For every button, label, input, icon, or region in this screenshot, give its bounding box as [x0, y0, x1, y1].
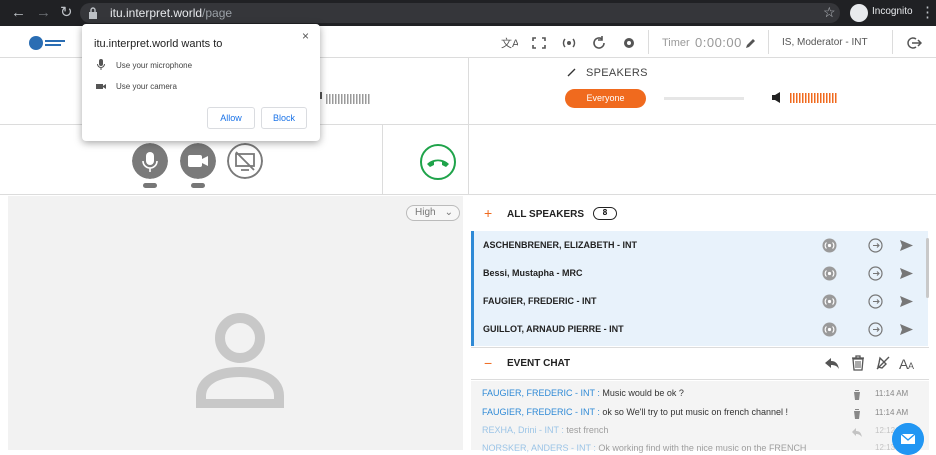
microphone-toggle[interactable] [143, 183, 157, 188]
microphone-permission: Use your microphone [116, 61, 193, 70]
trash-icon[interactable] [850, 355, 866, 371]
divider [0, 194, 936, 195]
trash-icon[interactable] [852, 408, 862, 419]
gear-icon[interactable] [620, 35, 638, 51]
expand-plus-icon[interactable]: + [484, 205, 492, 221]
speaker-icon[interactable] [771, 91, 784, 104]
block-button[interactable]: Block [261, 107, 307, 129]
chat-message: REXHA, Drini - INT : test french [482, 425, 609, 435]
camera-permission: Use your camera [116, 82, 177, 91]
list-item[interactable]: ASCHENBRENER, ELIZABETH - INT [483, 240, 637, 260]
reply-icon[interactable] [852, 426, 862, 437]
reply-icon[interactable] [824, 355, 840, 371]
headset-icon [567, 68, 576, 77]
trash-icon[interactable] [852, 389, 862, 400]
incognito-icon [850, 4, 868, 22]
broadcast-icon[interactable] [822, 238, 837, 253]
list-item[interactable]: GUILLOT, ARNAUD PIERRE - INT [483, 324, 624, 344]
browser-menu-icon[interactable]: ⋮ [920, 3, 935, 21]
list-item[interactable]: FAUGIER, FREDERIC - INT [483, 296, 597, 316]
translate-icon[interactable]: 文A [500, 35, 518, 51]
current-user-label: IS, Moderator - INT [782, 37, 868, 48]
broadcast-icon[interactable] [560, 35, 578, 51]
camera-icon[interactable] [180, 143, 216, 179]
send-icon[interactable] [899, 266, 914, 281]
bookmark-star-icon[interactable]: ☆ [823, 4, 836, 21]
output-level-meter [790, 93, 837, 103]
camera-icon [96, 84, 106, 89]
chat-message: FAUGIER, FREDERIC - INT : ok so We'll tr… [482, 407, 788, 417]
remove-speaker-icon[interactable] [868, 322, 883, 337]
svg-text:文A: 文A [501, 36, 518, 50]
back-arrow-icon[interactable]: ← [11, 3, 26, 23]
allow-button[interactable]: Allow [207, 107, 255, 129]
user-placeholder-icon [196, 313, 284, 408]
event-chat-title: EVENT CHAT [507, 358, 571, 369]
speaker-count-badge: 8 [593, 207, 617, 220]
speakers-title: SPEAKERS [586, 67, 648, 79]
reload-icon[interactable]: ↻ [60, 3, 73, 23]
edit-icon[interactable] [742, 35, 760, 51]
mic-level-meter [320, 92, 370, 104]
microphone-icon [97, 59, 105, 70]
microphone-icon[interactable] [132, 143, 168, 179]
remove-speaker-icon[interactable] [868, 238, 883, 253]
list-item[interactable]: Bessi, Mustapha - MRC [483, 268, 583, 288]
remove-speaker-icon[interactable] [868, 294, 883, 309]
close-icon[interactable]: × [302, 29, 309, 43]
broadcast-icon[interactable] [822, 294, 837, 309]
forward-arrow-icon[interactable]: → [36, 3, 51, 23]
divider [382, 124, 383, 194]
volume-slider[interactable] [664, 97, 744, 100]
everyone-button[interactable]: Everyone [565, 89, 646, 108]
broadcast-icon[interactable] [822, 322, 837, 337]
remove-speaker-icon[interactable] [868, 266, 883, 281]
send-icon[interactable] [899, 294, 914, 309]
divider [768, 30, 769, 54]
permission-title: itu.interpret.world wants to [94, 38, 223, 50]
screen-share-off-icon[interactable] [227, 143, 263, 179]
logout-icon[interactable] [904, 35, 922, 51]
camera-toggle[interactable] [191, 183, 205, 188]
chat-timestamp: 11:14 AM [875, 389, 909, 398]
chat-message: NORSKER, ANDERS - INT : Ok working find … [482, 443, 807, 453]
timer-label: Timer [662, 37, 690, 49]
chat-message: FAUGIER, FREDERIC - INT : Music would be… [482, 388, 684, 398]
incognito-label: Incognito [872, 6, 913, 17]
browser-toolbar: ← → ↻ itu.interpret.world/page ☆ Incogni… [0, 0, 936, 26]
mute-icon[interactable] [875, 355, 891, 371]
broadcast-icon[interactable] [822, 266, 837, 281]
timer-value: 0:00:00 [695, 35, 742, 50]
all-speakers-title: ALL SPEAKERS [507, 209, 585, 220]
svg-text:A: A [908, 361, 914, 371]
refresh-icon[interactable] [590, 35, 608, 51]
divider [892, 30, 893, 54]
speaker-list-scrollbar[interactable] [926, 238, 929, 298]
hangup-phone-icon[interactable] [420, 144, 456, 180]
divider [648, 30, 649, 54]
divider [468, 58, 469, 194]
send-icon[interactable] [899, 322, 914, 337]
lock-icon [89, 7, 97, 19]
send-icon[interactable] [899, 238, 914, 253]
fullscreen-icon[interactable] [530, 35, 548, 51]
collapse-minus-icon[interactable]: − [484, 355, 492, 371]
itu-logo [29, 36, 65, 50]
address-url[interactable]: itu.interpret.world/page [110, 5, 232, 21]
chat-timestamp: 11:14 AM [875, 408, 909, 417]
mail-icon[interactable] [892, 423, 924, 455]
quality-select[interactable]: High ⌄ [406, 205, 460, 221]
font-size-icon[interactable]: AA [899, 355, 915, 371]
